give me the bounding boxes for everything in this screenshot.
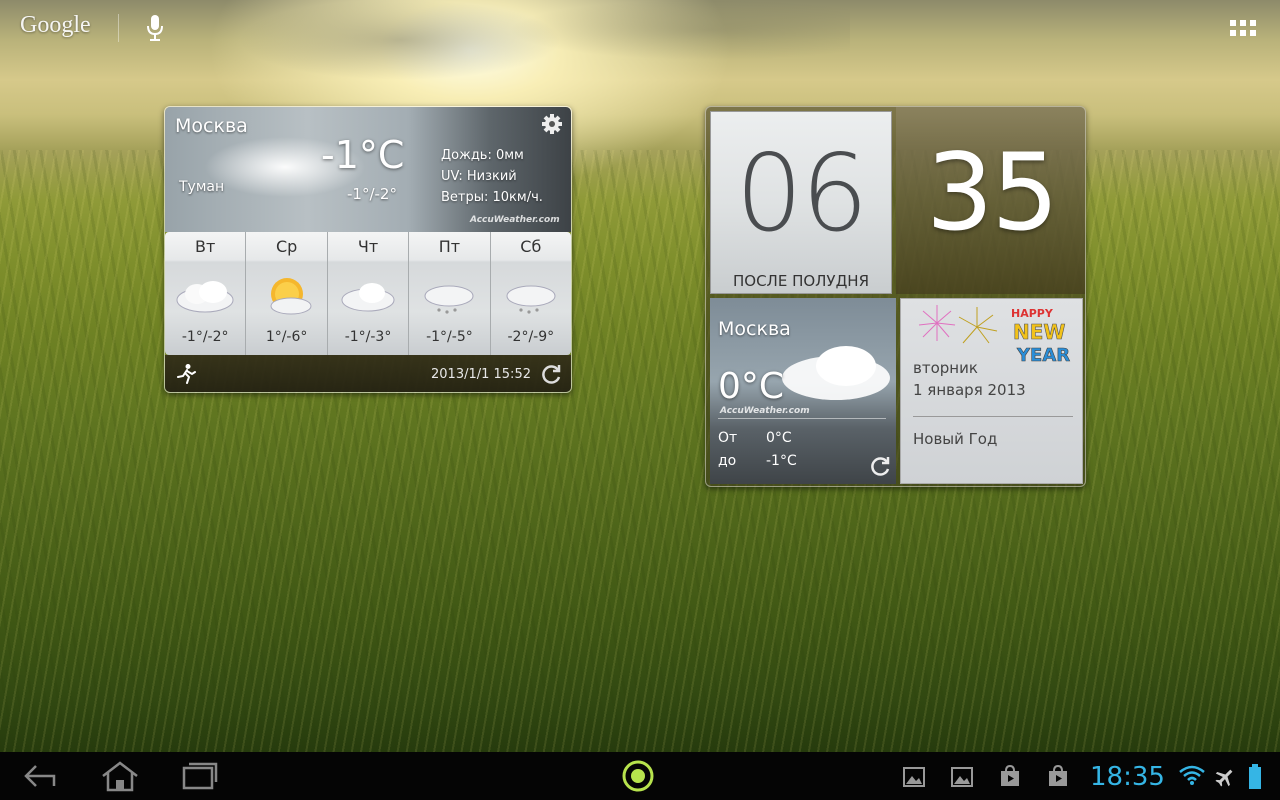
art-text-new: NEW bbox=[1013, 320, 1065, 344]
to-label: до bbox=[718, 453, 737, 469]
minute-tile: 35 bbox=[896, 107, 1085, 294]
forecast-day-name: Вт bbox=[195, 237, 216, 256]
wind-detail: Ветры: 10км/ч. bbox=[441, 190, 543, 205]
forecast-day[interactable]: Сб -2°/-9° bbox=[490, 232, 571, 355]
clock-minute: 35 bbox=[926, 131, 1059, 254]
calendar-weekday: вторник bbox=[913, 359, 978, 377]
snow-icon bbox=[424, 285, 474, 314]
running-person-icon[interactable] bbox=[175, 363, 197, 385]
recent-apps-icon[interactable] bbox=[180, 760, 220, 792]
forecast-range: -1°/-2° bbox=[181, 329, 229, 345]
from-label: От bbox=[718, 430, 738, 446]
from-value: 0°C bbox=[766, 430, 792, 446]
forecast-day-name: Пт bbox=[438, 237, 461, 256]
forecast-range: 1°/-6° bbox=[265, 329, 308, 345]
happy-new-year-image: HAPPY NEW YEAR bbox=[918, 305, 1071, 366]
home-icon[interactable] bbox=[100, 760, 140, 792]
last-updated: 2013/1/1 15:52 bbox=[431, 367, 531, 382]
calendar-date: 1 января 2013 bbox=[913, 381, 1026, 399]
calendar-event[interactable]: Новый Год bbox=[913, 430, 997, 448]
refresh-icon[interactable] bbox=[868, 454, 892, 478]
art-text-happy: HAPPY bbox=[1011, 307, 1054, 320]
system-bar: 18:35 bbox=[0, 752, 1280, 800]
search-divider bbox=[118, 14, 119, 42]
forecast-day[interactable]: Чт -1°/-3° bbox=[327, 232, 410, 355]
settings-gear-icon[interactable] bbox=[541, 113, 563, 135]
clock-widget[interactable]: 06 ПОСЛЕ ПОЛУДНЯ 35 Москва 0°C AccuWeath… bbox=[705, 106, 1086, 487]
clock-ampm: ПОСЛЕ ПОЛУДНЯ bbox=[732, 272, 869, 290]
all-apps-icon[interactable] bbox=[1228, 18, 1258, 38]
google-search-logo[interactable]: Google bbox=[20, 12, 91, 39]
rain-detail: Дождь: 0мм bbox=[441, 148, 524, 163]
mini-weather-city: Москва bbox=[718, 318, 791, 340]
battery-icon bbox=[1249, 764, 1261, 789]
forecast-day-name: Чт bbox=[357, 237, 379, 256]
wifi-icon bbox=[1179, 765, 1205, 785]
forecast-range: -1°/-3° bbox=[344, 329, 392, 345]
store-bag-icon[interactable] bbox=[1046, 764, 1070, 788]
calendar-divider bbox=[913, 416, 1073, 417]
uv-detail: UV: Низкий bbox=[441, 169, 517, 184]
forecast-range: -2°/-9° bbox=[507, 329, 555, 345]
cloudy-icon bbox=[176, 281, 234, 313]
forecast-day-name: Сб bbox=[520, 237, 542, 256]
gallery-notification-icon[interactable] bbox=[950, 766, 974, 788]
today-temperature-range: -1°/-2° bbox=[347, 185, 397, 203]
forecast-day[interactable]: Пт -1°/-5° bbox=[409, 232, 491, 355]
current-temperature: -1°C bbox=[321, 133, 405, 177]
cloudy-icon bbox=[341, 283, 395, 312]
sky-clouds bbox=[150, 0, 850, 110]
status-clock[interactable]: 18:35 bbox=[1090, 762, 1165, 792]
back-icon[interactable] bbox=[22, 760, 58, 792]
weather-details: Дождь: 0мм UV: Низкий Ветры: 10км/ч. bbox=[441, 145, 543, 208]
mini-weather-tile[interactable]: Москва 0°C AccuWeather.com От 0°C до -1°… bbox=[710, 298, 896, 484]
airplane-mode-icon bbox=[1215, 769, 1233, 787]
gallery-notification-icon[interactable] bbox=[902, 766, 926, 788]
mini-weather-temperature: 0°C bbox=[718, 366, 785, 407]
cloud-icon bbox=[782, 346, 890, 400]
clock-hour: 06 bbox=[735, 132, 869, 255]
weather-widget[interactable]: Москва -1°C Туман -1°/-2° Дождь: 0мм UV:… bbox=[164, 106, 572, 393]
current-weather-panel: Москва -1°C Туман -1°/-2° Дождь: 0мм UV:… bbox=[165, 107, 571, 232]
forecast-day[interactable]: Вт -1°/-2° bbox=[165, 232, 247, 355]
accuweather-brand: AccuWeather.com bbox=[470, 215, 560, 225]
microphone-icon[interactable] bbox=[144, 14, 166, 42]
forecast-range: -1°/-5° bbox=[426, 329, 473, 345]
to-value: -1°C bbox=[766, 453, 797, 469]
art-text-year: YEAR bbox=[1016, 345, 1070, 366]
forecast-strip: Вт -1°/-2° Ср 1°/-6° Чт -1°/-3° Пт -1°/-… bbox=[165, 232, 571, 355]
hour-tile: 06 ПОСЛЕ ПОЛУДНЯ bbox=[710, 111, 892, 294]
launcher-ring-icon[interactable] bbox=[620, 758, 656, 794]
forecast-day[interactable]: Ср 1°/-6° bbox=[246, 232, 328, 355]
snow-icon bbox=[506, 285, 556, 314]
accuweather-brand: AccuWeather.com bbox=[720, 406, 810, 416]
weather-city: Москва bbox=[175, 115, 248, 137]
weather-footer: 2013/1/1 15:52 bbox=[165, 355, 571, 392]
partly-sunny-icon bbox=[270, 278, 312, 315]
refresh-icon[interactable] bbox=[539, 362, 563, 386]
calendar-tile[interactable]: HAPPY NEW YEAR вторник 1 января 2013 Нов… bbox=[900, 298, 1083, 484]
weather-condition: Туман bbox=[179, 179, 225, 195]
store-bag-icon[interactable] bbox=[998, 764, 1022, 788]
mini-weather-divider bbox=[718, 418, 886, 419]
forecast-day-name: Ср bbox=[275, 237, 298, 256]
